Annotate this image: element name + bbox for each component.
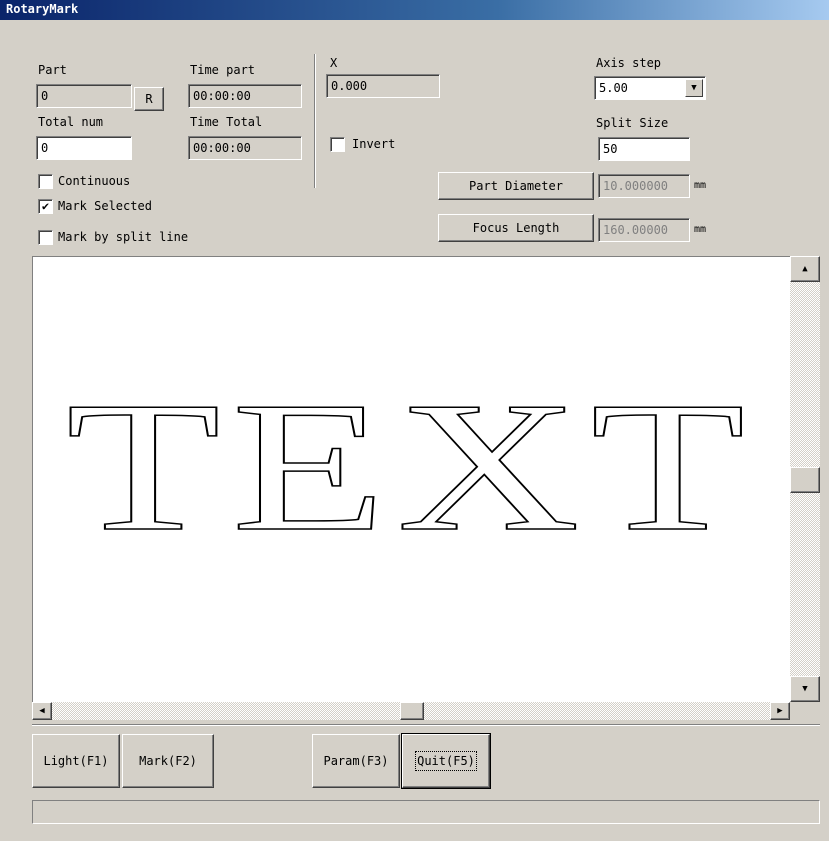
scroll-down-button[interactable]: ▼ bbox=[790, 676, 820, 702]
axis-step-select[interactable]: 5.00 ▼ bbox=[594, 76, 706, 100]
focus-length-button-label: Focus Length bbox=[472, 221, 560, 235]
scrollbar-corner bbox=[790, 702, 820, 720]
quit-button-label: Quit(F5) bbox=[415, 751, 477, 771]
part-diameter-button[interactable]: Part Diameter bbox=[438, 172, 594, 200]
mark-by-split-line-checkbox[interactable] bbox=[38, 230, 53, 245]
preview-svg: TEXT bbox=[65, 363, 756, 571]
mark-button-label: Mark(F2) bbox=[139, 754, 197, 768]
mark-selected-label: Mark Selected bbox=[58, 199, 152, 213]
part-diameter-field: 10.000000 bbox=[598, 174, 690, 198]
mark-selected-checkbox[interactable]: ✔ bbox=[38, 199, 53, 214]
param-button-label: Param(F3) bbox=[323, 754, 389, 768]
group-separator bbox=[314, 54, 316, 188]
time-part-label: Time part bbox=[190, 63, 256, 77]
part-field: 0 bbox=[36, 84, 132, 108]
light-button[interactable]: Light(F1) bbox=[32, 734, 120, 788]
time-total-label: Time Total bbox=[190, 115, 263, 129]
quit-button[interactable]: Quit(F5) bbox=[401, 733, 491, 789]
part-label: Part bbox=[38, 63, 67, 77]
part-diameter-unit: mm bbox=[694, 180, 707, 191]
focus-length-field: 160.00000 bbox=[598, 218, 690, 242]
focus-length-unit: mm bbox=[694, 224, 707, 235]
vertical-scroll-thumb[interactable] bbox=[790, 467, 820, 493]
focus-length-button[interactable]: Focus Length bbox=[438, 214, 594, 242]
scroll-up-button[interactable]: ▲ bbox=[790, 256, 820, 282]
chevron-down-icon: ▼ bbox=[691, 83, 697, 93]
check-mark-icon: ✔ bbox=[41, 199, 50, 213]
horizontal-scrollbar[interactable]: ◀ ▶ bbox=[32, 702, 790, 720]
reset-part-button[interactable]: R bbox=[134, 87, 164, 111]
scroll-right-arrow-icon: ▶ bbox=[777, 705, 783, 716]
vertical-scrollbar[interactable]: ▲ ▼ bbox=[790, 256, 820, 702]
title-bar[interactable]: RotaryMark bbox=[0, 0, 829, 20]
scroll-down-arrow-icon: ▼ bbox=[802, 683, 808, 694]
split-size-label: Split Size bbox=[596, 116, 669, 130]
x-axis-field: 0.000 bbox=[326, 74, 440, 98]
x-axis-label: X bbox=[330, 56, 338, 70]
scroll-up-arrow-icon: ▲ bbox=[802, 263, 808, 274]
time-part-field: 00:00:00 bbox=[188, 84, 302, 108]
continuous-label: Continuous bbox=[58, 174, 131, 188]
preview-canvas[interactable]: TEXT bbox=[32, 256, 790, 702]
total-num-input[interactable]: 0 bbox=[36, 136, 132, 160]
status-bar bbox=[32, 800, 820, 824]
mark-button[interactable]: Mark(F2) bbox=[122, 734, 214, 788]
light-button-label: Light(F1) bbox=[43, 754, 109, 768]
part-diameter-button-label: Part Diameter bbox=[469, 179, 563, 193]
horizontal-scroll-thumb[interactable] bbox=[400, 702, 424, 720]
axis-step-label: Axis step bbox=[596, 56, 662, 70]
preview-text: TEXT bbox=[66, 364, 756, 570]
param-button[interactable]: Param(F3) bbox=[312, 734, 400, 788]
invert-checkbox[interactable] bbox=[330, 137, 345, 152]
scroll-left-arrow-icon: ◀ bbox=[39, 705, 45, 716]
bottom-separator bbox=[32, 724, 820, 726]
scroll-right-button[interactable]: ▶ bbox=[770, 702, 790, 720]
continuous-checkbox[interactable] bbox=[38, 174, 53, 189]
dropdown-arrow-icon[interactable]: ▼ bbox=[685, 79, 703, 97]
scroll-left-button[interactable]: ◀ bbox=[32, 702, 52, 720]
reset-part-label: R bbox=[145, 92, 153, 106]
total-num-label: Total num bbox=[38, 115, 104, 129]
axis-step-value: 5.00 bbox=[599, 81, 628, 95]
split-size-input[interactable]: 50 bbox=[598, 137, 690, 161]
time-total-field: 00:00:00 bbox=[188, 136, 302, 160]
window-title: RotaryMark bbox=[6, 2, 79, 16]
mark-by-split-line-label: Mark by split line bbox=[58, 230, 189, 244]
invert-label: Invert bbox=[352, 137, 396, 151]
